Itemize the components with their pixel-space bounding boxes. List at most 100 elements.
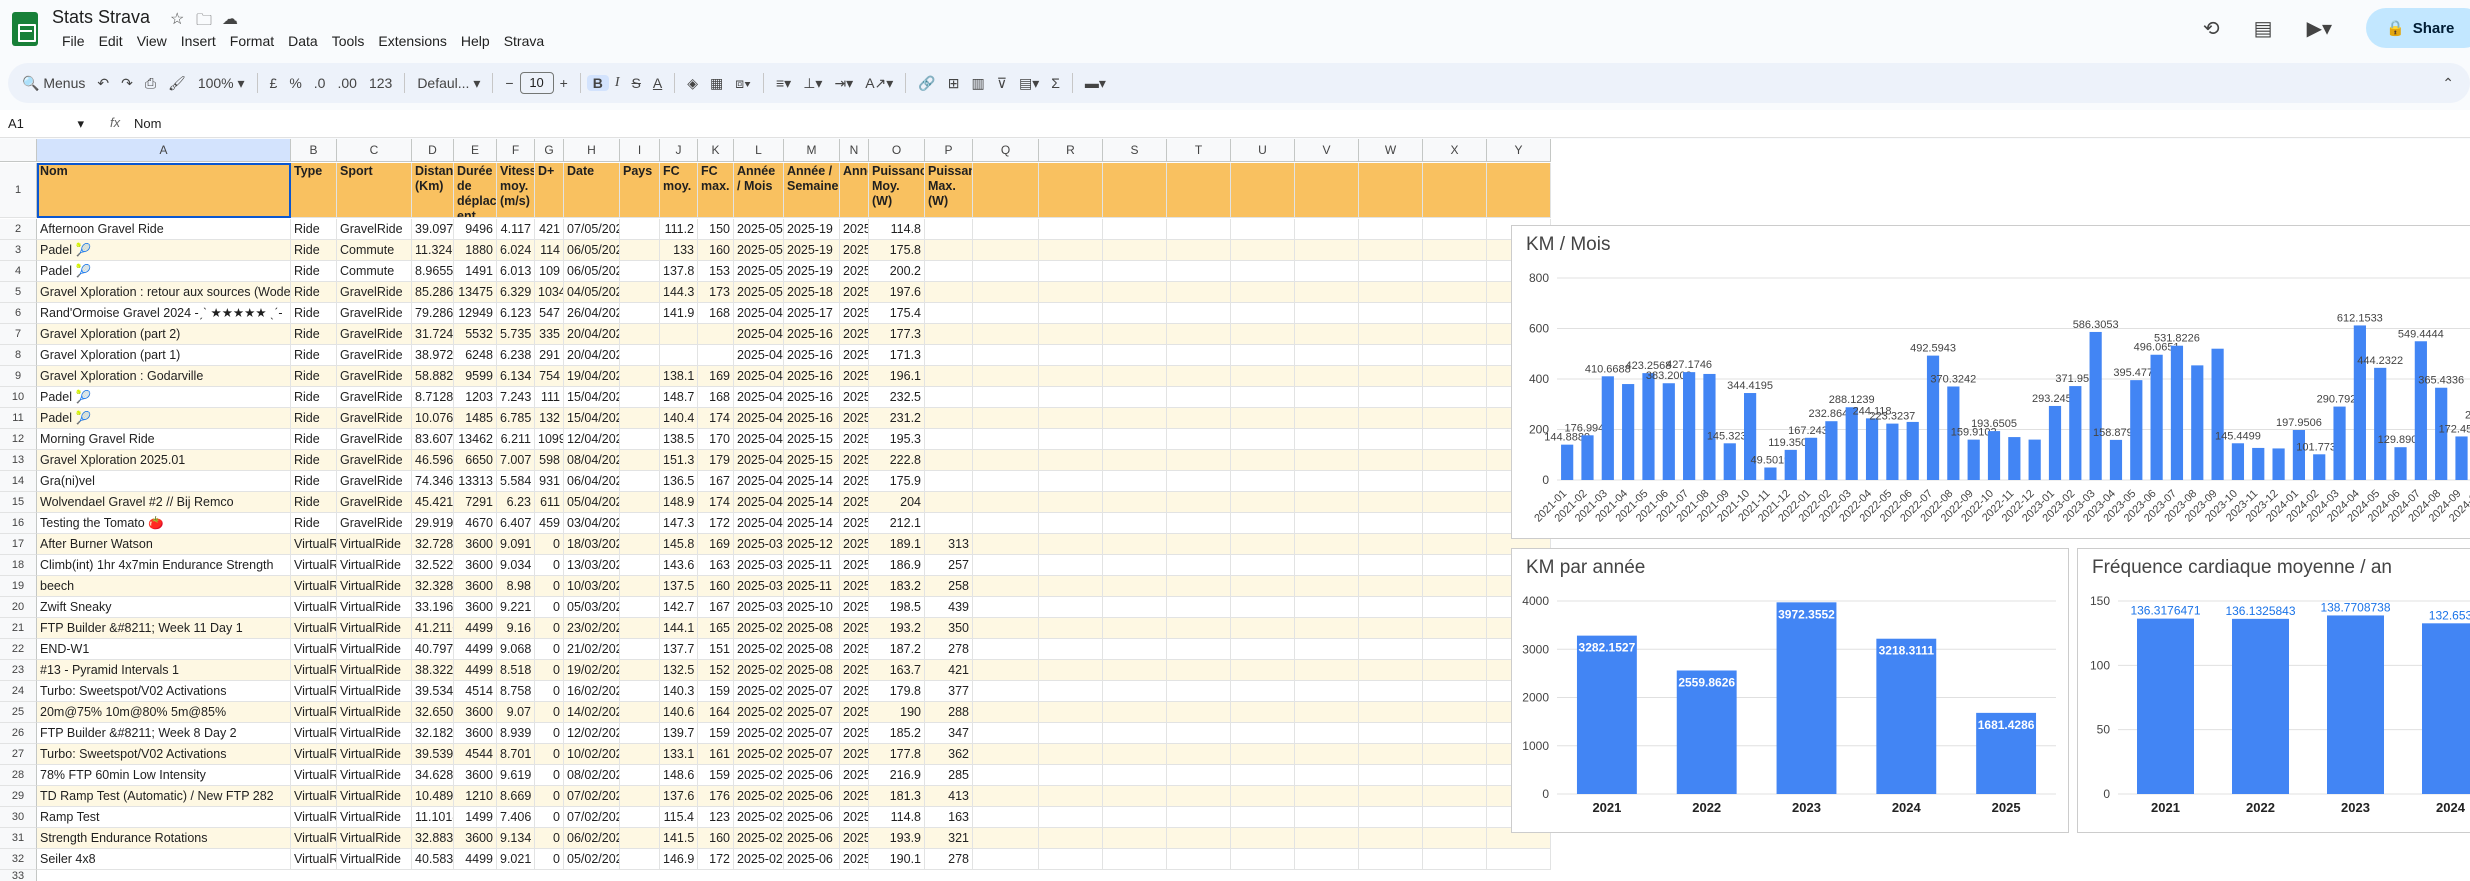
cell[interactable]: 5532 (454, 324, 497, 345)
empty-cell[interactable] (1295, 163, 1359, 218)
collapse-toolbar-icon[interactable]: ⌃ (2436, 75, 2460, 92)
cell[interactable] (925, 513, 973, 534)
cell[interactable]: 4670 (454, 513, 497, 534)
cell[interactable] (1487, 849, 1551, 870)
row-header[interactable]: 9 (0, 366, 37, 387)
cell[interactable]: 2025-14 (784, 471, 840, 492)
cell[interactable] (1423, 387, 1487, 408)
cell[interactable]: 8.7128 (412, 387, 454, 408)
cell[interactable]: 2025-16 (784, 387, 840, 408)
input-tools-icon[interactable]: ▬▾ (1079, 75, 1112, 92)
cell[interactable] (1359, 681, 1423, 702)
cell[interactable] (1103, 366, 1167, 387)
cell[interactable]: Gra(ni)vel (37, 471, 291, 492)
cell[interactable] (1103, 219, 1167, 240)
cell[interactable] (1359, 744, 1423, 765)
cell[interactable]: 160 (698, 240, 734, 261)
cell[interactable] (1103, 408, 1167, 429)
bar[interactable] (1764, 467, 1777, 480)
cell[interactable]: FTP Builder &#8211; Week 8 Day 2 (37, 723, 291, 744)
cell[interactable]: VirtualRide (291, 849, 337, 870)
row-header[interactable]: 26 (0, 723, 37, 744)
cell[interactable] (1103, 639, 1167, 660)
cell[interactable]: 931 (535, 471, 564, 492)
cell[interactable] (1103, 597, 1167, 618)
cell[interactable] (1167, 303, 1231, 324)
cell[interactable] (973, 324, 1039, 345)
cell[interactable]: 9.619 (497, 765, 535, 786)
cell[interactable] (925, 366, 973, 387)
cell[interactable]: 2025-05 (734, 261, 784, 282)
cell[interactable] (1103, 429, 1167, 450)
cell[interactable]: END-W1 (37, 639, 291, 660)
cell[interactable]: GravelRide (337, 282, 412, 303)
cell[interactable] (1359, 807, 1423, 828)
cell[interactable]: 06/04/2025 (564, 471, 620, 492)
cell[interactable]: 193.9 (869, 828, 925, 849)
cell[interactable]: After Burner Watson (37, 534, 291, 555)
cell[interactable] (973, 492, 1039, 513)
cell[interactable]: 1210 (454, 786, 497, 807)
cell[interactable]: GravelRide (337, 345, 412, 366)
cell[interactable] (1167, 555, 1231, 576)
row-header[interactable]: 19 (0, 576, 37, 597)
cell[interactable]: 32.7286 (412, 534, 454, 555)
row-header[interactable]: 6 (0, 303, 37, 324)
comments-icon[interactable]: ▤ (2254, 16, 2273, 41)
header-cell[interactable]: Date (564, 163, 620, 218)
cell[interactable]: 2025 (840, 576, 869, 597)
cell[interactable] (1423, 366, 1487, 387)
cell[interactable]: VirtualRide (291, 681, 337, 702)
cell[interactable] (1103, 471, 1167, 492)
cell[interactable] (925, 303, 973, 324)
cell[interactable] (1423, 429, 1487, 450)
cell[interactable]: 179 (698, 450, 734, 471)
cell[interactable] (1295, 702, 1359, 723)
cell[interactable]: Wolvendael Gravel #2 // Bij Remco (37, 492, 291, 513)
cell[interactable] (1103, 513, 1167, 534)
cell[interactable]: 05/03/2025 (564, 597, 620, 618)
cell[interactable]: 2025-07 (784, 744, 840, 765)
cell[interactable] (620, 660, 660, 681)
cell[interactable] (620, 849, 660, 870)
cell[interactable]: 2025-18 (784, 282, 840, 303)
redo-icon[interactable]: ↷ (115, 75, 139, 92)
cell[interactable] (1167, 261, 1231, 282)
cell[interactable] (1103, 303, 1167, 324)
cell[interactable] (925, 261, 973, 282)
cell[interactable]: 2025-04 (734, 303, 784, 324)
cell[interactable]: VirtualRide (337, 723, 412, 744)
bar[interactable] (2008, 437, 2021, 480)
cell[interactable] (1039, 702, 1103, 723)
cell[interactable]: 08/02/2025 (564, 765, 620, 786)
cell[interactable]: GravelRide (337, 429, 412, 450)
cell[interactable] (1295, 303, 1359, 324)
cell[interactable]: VirtualRide (291, 807, 337, 828)
cell[interactable] (1103, 450, 1167, 471)
cell[interactable] (1295, 807, 1359, 828)
cell[interactable] (973, 534, 1039, 555)
cell[interactable]: 2025-06 (784, 765, 840, 786)
row-header[interactable]: 8 (0, 345, 37, 366)
row-header[interactable]: 7 (0, 324, 37, 345)
menu-help[interactable]: Help (454, 33, 497, 49)
cell[interactable]: VirtualRide (337, 597, 412, 618)
cell[interactable] (1359, 345, 1423, 366)
cell[interactable]: 163 (925, 807, 973, 828)
cell[interactable]: 350 (925, 618, 973, 639)
cell[interactable]: VirtualRide (291, 639, 337, 660)
row-header[interactable]: 28 (0, 765, 37, 786)
cell[interactable]: Ride (291, 387, 337, 408)
history-icon[interactable]: ⟲ (2203, 16, 2220, 41)
cell[interactable]: 1034 (535, 282, 564, 303)
cell[interactable] (1231, 366, 1295, 387)
menu-file[interactable]: File (55, 33, 92, 49)
cell[interactable] (1231, 513, 1295, 534)
cell[interactable] (1039, 345, 1103, 366)
cell[interactable] (620, 303, 660, 324)
cell[interactable]: 4499 (454, 639, 497, 660)
cell[interactable]: 335 (535, 324, 564, 345)
cell[interactable]: 159 (698, 765, 734, 786)
row-header[interactable]: 10 (0, 387, 37, 408)
cell[interactable] (1231, 345, 1295, 366)
